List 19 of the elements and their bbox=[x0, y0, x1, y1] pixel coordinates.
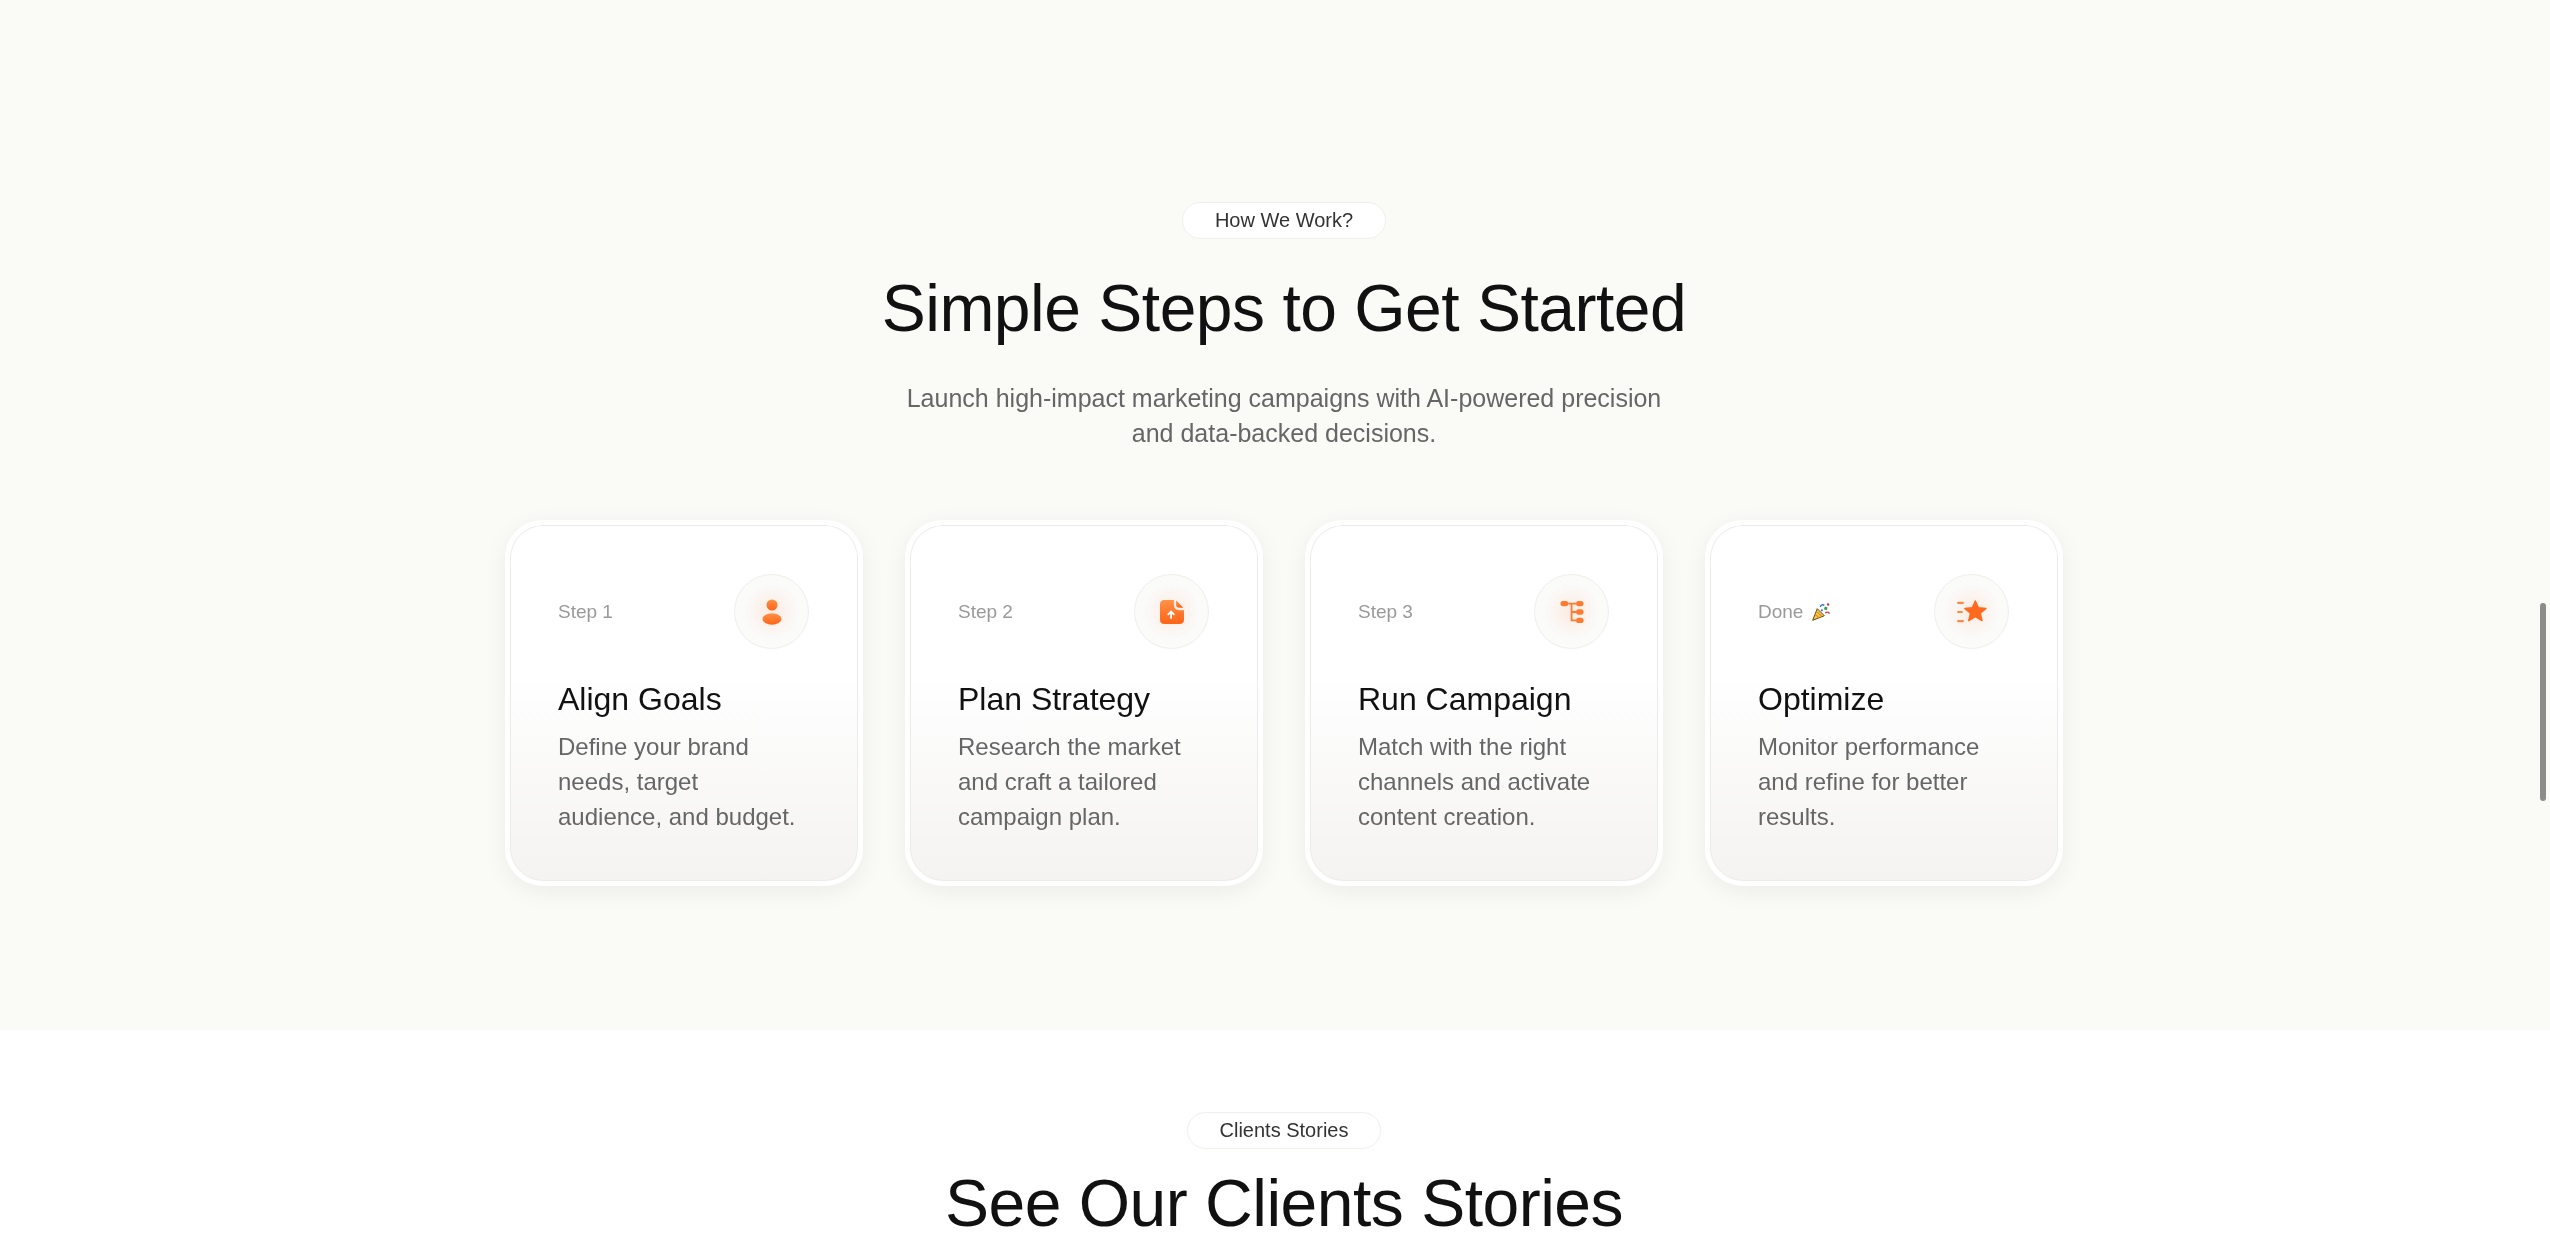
step-description: Define your brand needs, target audience, and budget. bbox=[558, 732, 797, 832]
section-title: Simple Steps to Get Started bbox=[881, 270, 1687, 347]
step-title: Run Campaign bbox=[1358, 680, 1573, 719]
step-title: Align Goals bbox=[558, 680, 723, 719]
step-label: Step 2 bbox=[958, 600, 1013, 623]
section-badge: Clients Stories bbox=[1186, 1112, 1382, 1149]
step-title: Optimize bbox=[1758, 680, 1886, 719]
party-popper-icon bbox=[1811, 601, 1832, 622]
step-label: Step 1 bbox=[558, 600, 613, 623]
step-description: Research the market and craft a tailored campaign plan. bbox=[958, 732, 1182, 832]
step-label: Done bbox=[1758, 600, 1804, 623]
scrollbar-thumb[interactable] bbox=[2540, 603, 2546, 801]
step-label: Step 3 bbox=[1358, 600, 1413, 623]
step-description: Monitor performance and refine for better results. bbox=[1758, 732, 1981, 832]
section-subtitle: Launch high-impact marketing campaigns with AI-powered precision and data-backed decisions. bbox=[905, 383, 1663, 449]
step-title: Plan Strategy bbox=[958, 680, 1152, 719]
step-description: Match with the right channels and activate content creation. bbox=[1358, 732, 1592, 832]
section-badge: How We Work? bbox=[1181, 202, 1387, 239]
section-title: See Our Clients Stories bbox=[944, 1167, 1624, 1239]
